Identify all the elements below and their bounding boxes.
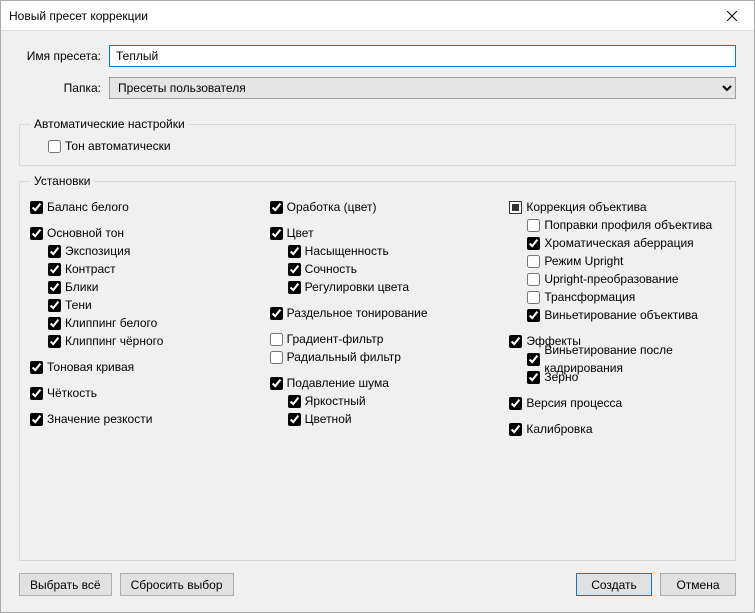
settings-col-3: Коррекция объектива Поправки профиля объ… [509, 198, 725, 446]
auto-tone-input[interactable] [48, 140, 61, 153]
treatment-checkbox[interactable]: Оработка (цвет) [270, 198, 486, 216]
auto-tone-checkbox[interactable]: Тон автоматически [48, 137, 725, 155]
clear-selection-button[interactable]: Сбросить выбор [120, 573, 234, 596]
auto-settings-group: Автоматические настройки Тон автоматичес… [19, 117, 736, 166]
settings-col-2: Оработка (цвет) Цвет Насыщенность Сочнос… [270, 198, 486, 446]
lens-profile-checkbox[interactable]: Поправки профиля объектива [527, 216, 725, 234]
folder-row: Папка: Пресеты пользователя [19, 77, 736, 99]
luminance-checkbox[interactable]: Яркостный [288, 392, 486, 410]
select-all-button[interactable]: Выбрать всё [19, 573, 112, 596]
lens-corr-checkbox[interactable]: Коррекция объектива [509, 198, 725, 216]
transform-checkbox[interactable]: Трансформация [527, 288, 725, 306]
upright-mode-checkbox[interactable]: Режим Upright [527, 252, 725, 270]
window-title: Новый пресет коррекции [9, 9, 709, 23]
white-clip-checkbox[interactable]: Клиппинг белого [48, 314, 246, 332]
noise-checkbox[interactable]: Подавление шума [270, 374, 486, 392]
dialog-content: Имя пресета: Папка: Пресеты пользователя… [1, 31, 754, 561]
dialog-window: Новый пресет коррекции Имя пресета: Папк… [0, 0, 755, 613]
lens-vignette-checkbox[interactable]: Виньетирование объектива [527, 306, 725, 324]
split-tone-checkbox[interactable]: Раздельное тонирование [270, 304, 486, 322]
contrast-checkbox[interactable]: Контраст [48, 260, 246, 278]
chroma-noise-checkbox[interactable]: Цветной [288, 410, 486, 428]
auto-settings-legend: Автоматические настройки [30, 117, 189, 131]
clarity-checkbox[interactable]: Чёткость [30, 384, 246, 402]
preset-name-row: Имя пресета: [19, 45, 736, 67]
shadows-checkbox[interactable]: Тени [48, 296, 246, 314]
postcrop-vig-checkbox[interactable]: Виньетирование после кадрирования [527, 350, 725, 368]
preset-name-input[interactable] [109, 45, 736, 67]
saturation-checkbox[interactable]: Насыщенность [288, 242, 486, 260]
upright-transform-checkbox[interactable]: Upright-преобразование [527, 270, 725, 288]
color-adjust-checkbox[interactable]: Регулировки цвета [288, 278, 486, 296]
calibration-checkbox[interactable]: Калибровка [509, 420, 725, 438]
black-clip-checkbox[interactable]: Клиппинг чёрного [48, 332, 246, 350]
color-checkbox[interactable]: Цвет [270, 224, 486, 242]
mixed-state-icon [509, 201, 522, 214]
settings-col-1: Баланс белого Основной тон Экспозиция Ко… [30, 198, 246, 446]
tone-curve-checkbox[interactable]: Тоновая кривая [30, 358, 246, 376]
chromatic-checkbox[interactable]: Хроматическая аберрация [527, 234, 725, 252]
settings-grid: Баланс белого Основной тон Экспозиция Ко… [30, 194, 725, 446]
radial-filter-checkbox[interactable]: Радиальный фильтр [270, 348, 486, 366]
create-button[interactable]: Создать [576, 573, 652, 596]
settings-group: Установки Баланс белого Основной тон Экс… [19, 174, 736, 561]
preset-name-label: Имя пресета: [19, 49, 109, 63]
close-button[interactable] [709, 1, 754, 31]
close-icon [727, 11, 737, 21]
titlebar: Новый пресет коррекции [1, 1, 754, 31]
folder-select[interactable]: Пресеты пользователя [109, 77, 736, 99]
white-balance-checkbox[interactable]: Баланс белого [30, 198, 246, 216]
basic-tone-checkbox[interactable]: Основной тон [30, 224, 246, 242]
dialog-footer: Выбрать всё Сбросить выбор Создать Отмен… [1, 561, 754, 612]
settings-legend: Установки [30, 174, 94, 188]
exposure-checkbox[interactable]: Экспозиция [48, 242, 246, 260]
cancel-button[interactable]: Отмена [660, 573, 736, 596]
process-ver-checkbox[interactable]: Версия процесса [509, 394, 725, 412]
auto-tone-label: Тон автоматически [65, 137, 171, 155]
vibrance-checkbox[interactable]: Сочность [288, 260, 486, 278]
folder-label: Папка: [19, 81, 109, 95]
highlights-checkbox[interactable]: Блики [48, 278, 246, 296]
grad-filter-checkbox[interactable]: Градиент-фильтр [270, 330, 486, 348]
sharpening-checkbox[interactable]: Значение резкости [30, 410, 246, 428]
